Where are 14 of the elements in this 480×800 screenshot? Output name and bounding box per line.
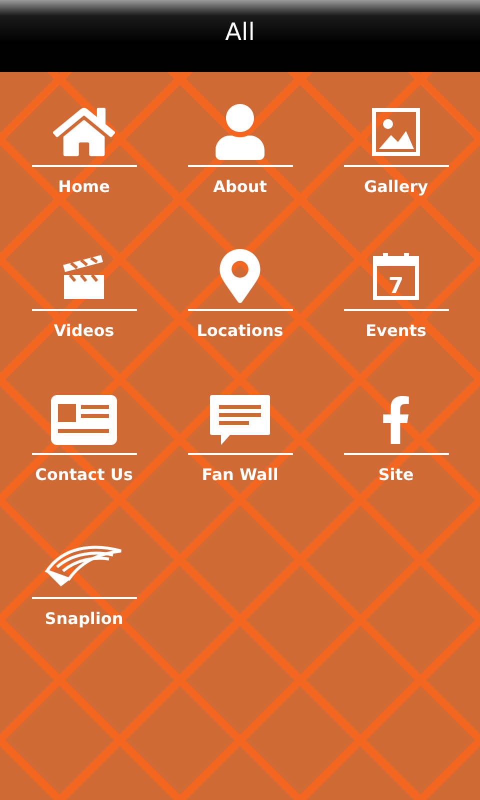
header-title: All [225, 18, 255, 46]
menu-tile[interactable]: Gallery [318, 100, 474, 230]
menu-tile[interactable]: Home [6, 100, 162, 230]
contact-card-icon [51, 395, 117, 445]
menu-tile[interactable]: About [162, 100, 318, 230]
image-icon [371, 107, 421, 157]
message-icon [209, 394, 271, 446]
menu-tile[interactable]: Videos [6, 244, 162, 374]
menu-tile[interactable]: Fan Wall [162, 388, 318, 518]
menu-tile[interactable]: Site [318, 388, 474, 518]
menu-tile[interactable]: Contact Us [6, 388, 162, 518]
menu-tile[interactable]: 7 Events [318, 244, 474, 374]
menu-tile[interactable]: Snaplion [6, 532, 162, 662]
menu-tile[interactable]: Locations [162, 244, 318, 374]
